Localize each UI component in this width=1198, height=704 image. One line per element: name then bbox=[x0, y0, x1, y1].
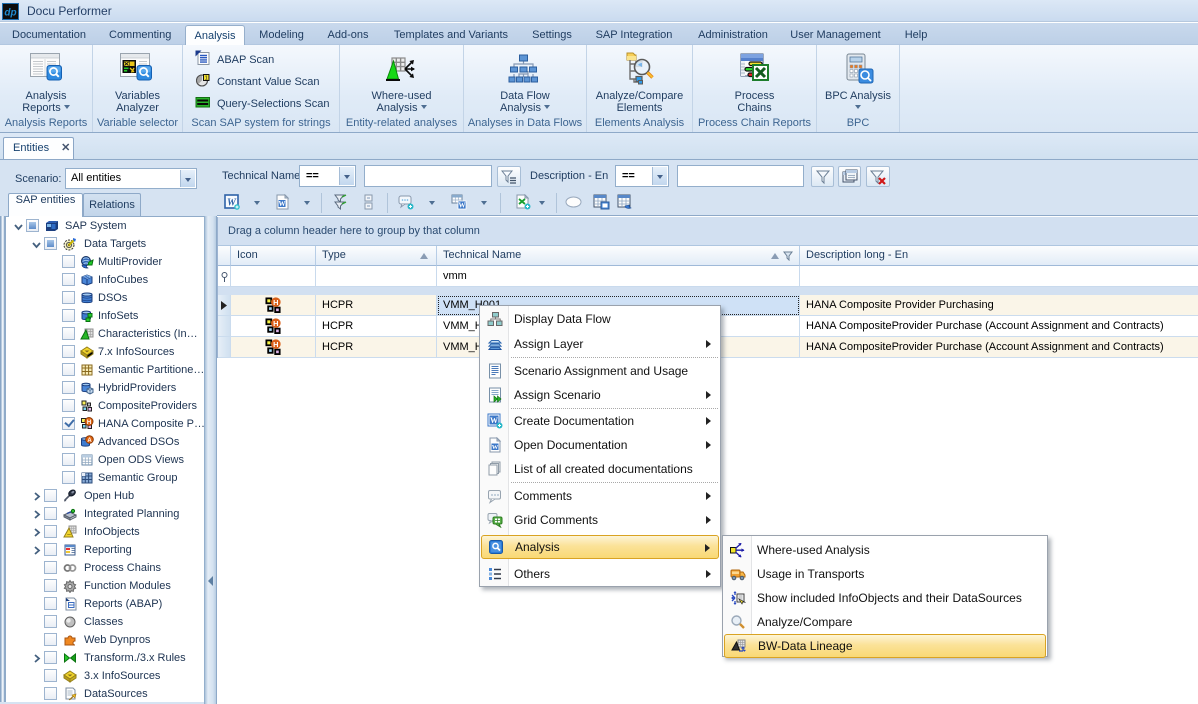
svg-text:H: H bbox=[273, 340, 278, 349]
svg-text:H: H bbox=[273, 319, 278, 328]
svg-text:W: W bbox=[459, 202, 466, 210]
svg-text:1: 1 bbox=[205, 76, 208, 82]
svg-text:W: W bbox=[279, 200, 286, 208]
svg-text:A: A bbox=[87, 438, 92, 444]
svg-text:H: H bbox=[273, 298, 278, 307]
svg-text:dp: dp bbox=[4, 8, 16, 19]
svg-text:W: W bbox=[490, 416, 498, 425]
svg-text:W: W bbox=[492, 444, 499, 451]
svg-text:H: H bbox=[87, 420, 91, 426]
